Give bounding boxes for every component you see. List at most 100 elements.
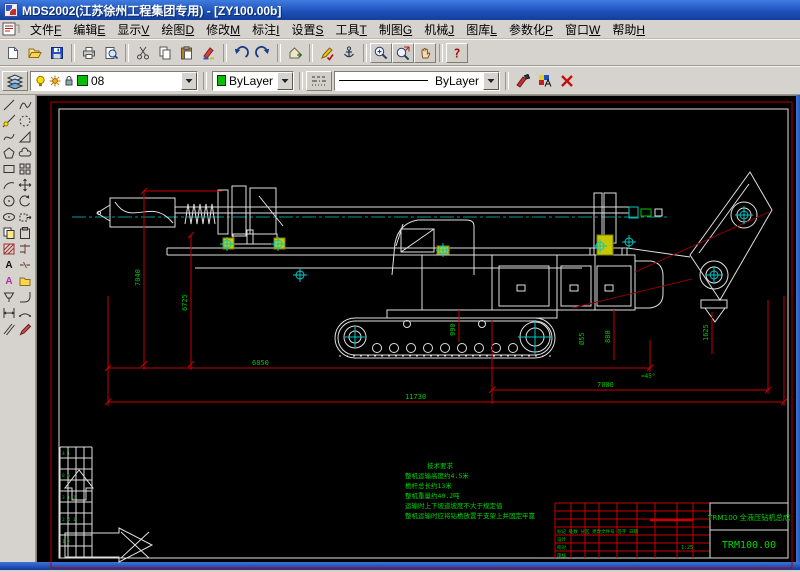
- arc-icon: [2, 178, 16, 192]
- polygon-icon: [2, 146, 16, 160]
- print-button[interactable]: [78, 43, 100, 63]
- tool-hatch[interactable]: [1, 241, 17, 257]
- menu-help-accel: H: [636, 23, 645, 37]
- undo-button[interactable]: [230, 43, 252, 63]
- tool-multiline[interactable]: [1, 321, 17, 337]
- tool-sketch[interactable]: [17, 321, 33, 337]
- tool-wedge[interactable]: [17, 129, 33, 145]
- print-preview-button[interactable]: [100, 43, 122, 63]
- cut-button[interactable]: [132, 43, 154, 63]
- tool-leader[interactable]: [1, 289, 17, 305]
- right-arrow-symbol: [65, 528, 152, 562]
- menu-draw[interactable]: 绘图D: [155, 20, 200, 39]
- multiline-icon: [2, 322, 16, 336]
- linetype-combo[interactable]: ByLayer: [334, 71, 500, 91]
- rotate-icon: [18, 194, 32, 208]
- copy-button[interactable]: [154, 43, 176, 63]
- tool-array[interactable]: [17, 161, 33, 177]
- tool-spline[interactable]: [17, 97, 33, 113]
- tool-line[interactable]: [1, 97, 17, 113]
- pan-icon: [417, 45, 433, 61]
- cad-drawing: 7040 6725 6850 7080 11730 880 990 1625 Ø…: [37, 96, 796, 572]
- tool-construction-line[interactable]: [1, 113, 17, 129]
- tool-dimension[interactable]: [1, 305, 17, 321]
- circle-icon: [2, 194, 16, 208]
- tool-polygon[interactable]: [1, 145, 17, 161]
- menu-settings[interactable]: 设置S: [285, 20, 329, 39]
- linetype-manager-button[interactable]: [306, 71, 332, 91]
- tool-circle[interactable]: [1, 193, 17, 209]
- plot-button[interactable]: [338, 43, 360, 63]
- format-brush-button[interactable]: [198, 43, 220, 63]
- layers-button[interactable]: [2, 71, 28, 91]
- menu-file[interactable]: 文件F: [24, 20, 67, 39]
- new-button[interactable]: [2, 43, 24, 63]
- menubar: 文件F 编辑E 显示V 绘图D 修改M 标注I 设置S 工具T 制图G 机械J …: [0, 20, 800, 39]
- tool-block[interactable]: [17, 273, 33, 289]
- tool-move[interactable]: [17, 177, 33, 193]
- open-button[interactable]: [24, 43, 46, 63]
- menu-help[interactable]: 帮助H: [606, 20, 651, 39]
- menu-view[interactable]: 显示V: [111, 20, 155, 39]
- dim-length-mid: 6850: [252, 359, 269, 367]
- tool-ellipse[interactable]: [1, 209, 17, 225]
- client-area: A A: [0, 95, 800, 562]
- match-properties-button[interactable]: [512, 71, 534, 91]
- tool-break[interactable]: [17, 257, 33, 273]
- edit-attribute-button[interactable]: [316, 43, 338, 63]
- dim-frame-height: 1625: [702, 324, 710, 341]
- tool-revision-cloud[interactable]: [17, 145, 33, 161]
- tool-rotate[interactable]: [17, 193, 33, 209]
- copy-icon: [157, 45, 173, 61]
- linetype-combo-arrow[interactable]: [483, 72, 499, 90]
- rig-tracks: [335, 318, 555, 358]
- tool-rectangle[interactable]: [1, 161, 17, 177]
- tool-arc-3point[interactable]: [17, 305, 33, 321]
- tool-polyline[interactable]: [1, 129, 17, 145]
- tool-paste-block[interactable]: [17, 225, 33, 241]
- layer-combo-arrow[interactable]: [181, 72, 197, 90]
- menu-edit[interactable]: 编辑E: [67, 20, 111, 39]
- save-button[interactable]: [46, 43, 68, 63]
- tool-stretch[interactable]: [17, 209, 33, 225]
- paste-button[interactable]: [176, 43, 198, 63]
- redo-button[interactable]: [252, 43, 274, 63]
- tool-text-style[interactable]: A: [1, 273, 17, 289]
- menu-modify[interactable]: 修改M: [200, 20, 246, 39]
- tool-arc[interactable]: [1, 177, 17, 193]
- layer-combo[interactable]: 08: [30, 71, 198, 91]
- titlebar: MDS2002(江苏徐州工程集团专用) - [ZY100.00b]: [0, 0, 800, 20]
- undo-icon: [233, 45, 249, 61]
- rig-drill-head: [97, 198, 175, 227]
- insert-block-button[interactable]: [284, 43, 306, 63]
- stretch-icon: [18, 210, 32, 224]
- pan-button[interactable]: [414, 43, 436, 63]
- title-block-header-row: 标记 处数 分区 更改文件号 签字 日期: [557, 528, 639, 535]
- format-brush-icon: [201, 45, 217, 61]
- color-combo-arrow[interactable]: [277, 72, 293, 90]
- zoom-window-button[interactable]: [392, 43, 414, 63]
- drawing-canvas[interactable]: 7040 6725 6850 7080 11730 880 990 1625 Ø…: [36, 95, 796, 562]
- color-edit-button[interactable]: [534, 71, 556, 91]
- menu-dimension[interactable]: 标注I: [246, 20, 285, 39]
- menu-parametric[interactable]: 参数化P: [503, 20, 559, 39]
- delete-button[interactable]: [556, 71, 578, 91]
- menu-library[interactable]: 图库L: [460, 20, 503, 39]
- menu-library-label: 图库: [466, 23, 490, 37]
- plot-icon: [341, 45, 357, 61]
- move-icon: [18, 178, 32, 192]
- menu-tools[interactable]: 工具T: [330, 20, 373, 39]
- tool-region[interactable]: [17, 113, 33, 129]
- tool-text[interactable]: A: [1, 257, 17, 273]
- tool-trim[interactable]: [17, 241, 33, 257]
- strip-cell-1: 4 1: [62, 451, 70, 457]
- menu-window[interactable]: 窗口W: [559, 20, 606, 39]
- tool-fillet[interactable]: [17, 289, 33, 305]
- tool-copy[interactable]: [1, 225, 17, 241]
- pivot-target-marks: [220, 206, 753, 354]
- zoom-in-button[interactable]: [370, 43, 392, 63]
- color-combo[interactable]: ByLayer: [212, 71, 294, 91]
- menu-drafting[interactable]: 制图G: [373, 20, 418, 39]
- menu-mechanical[interactable]: 机械J: [418, 20, 460, 39]
- help-button[interactable]: ?: [446, 43, 468, 63]
